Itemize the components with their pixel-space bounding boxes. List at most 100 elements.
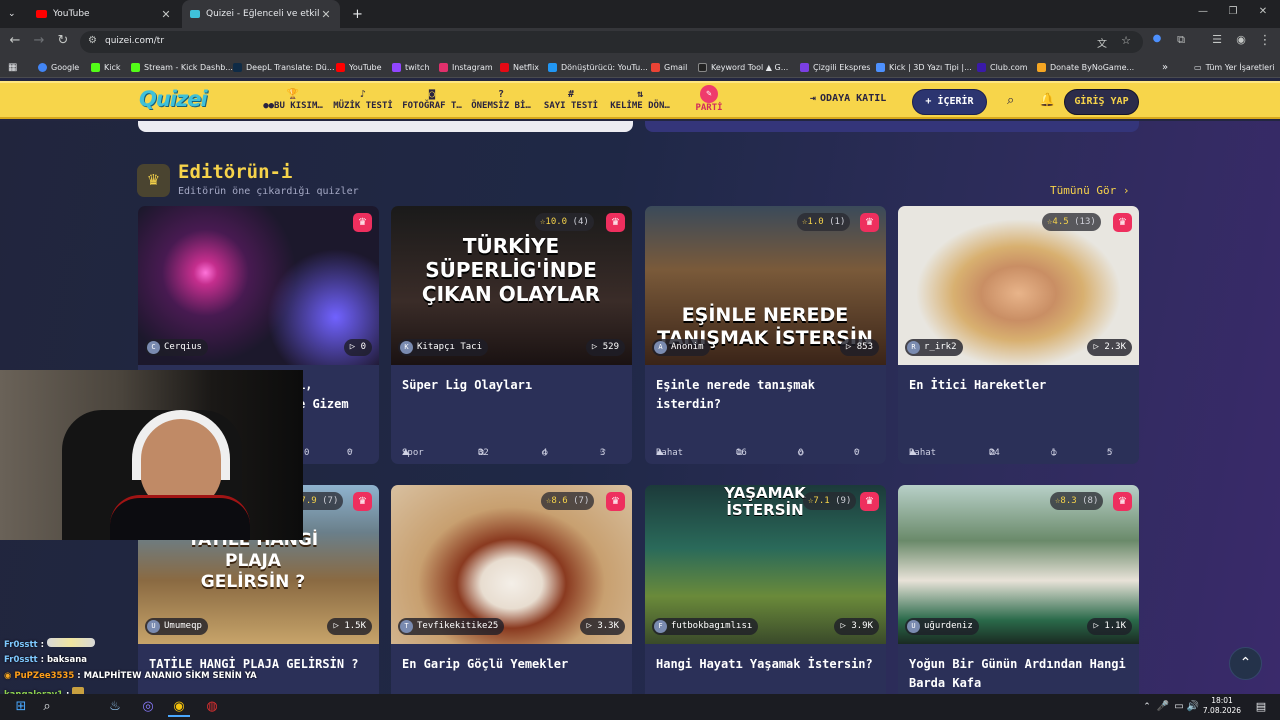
system-clock[interactable]: 18:01 7.08.2026 (1200, 696, 1244, 716)
play-count: ▷ 3.3K (580, 618, 625, 635)
quiz-card[interactable]: EŞİNLE NEREDE TANIŞMAK İSTERSİN ☆1.0 (1)… (645, 206, 886, 464)
bookmark-gmail[interactable]: Gmail (651, 59, 687, 75)
extensions-puzzle-icon[interactable]: ⧉ (1172, 33, 1190, 47)
menu-kebab-icon[interactable]: ⋮ (1256, 33, 1274, 48)
bookmark-bynogame[interactable]: Donate ByNoGame... (1037, 59, 1134, 75)
bookmark-youtube[interactable]: YouTube (336, 59, 382, 75)
windows-start-icon[interactable]: ⊞ (10, 697, 32, 717)
apps-grid-icon[interactable]: ▦ (8, 59, 17, 75)
play-count-value: 3.3K (597, 621, 619, 631)
forward-arrow-icon[interactable]: → (30, 33, 48, 48)
back-arrow-icon[interactable]: ← (6, 33, 24, 48)
site-logo[interactable]: Quizei (139, 87, 208, 111)
new-tab-button[interactable]: + (344, 0, 364, 28)
author-chip[interactable]: A Anonim (652, 339, 710, 356)
bookmark-star-icon[interactable]: ☆ (1121, 34, 1131, 47)
bookmark-kick[interactable]: Kick (91, 59, 121, 75)
search-icon[interactable]: ⌕ (1007, 93, 1014, 108)
close-icon[interactable]: ✕ (320, 8, 332, 21)
chevron-up-icon: ⌃ (1239, 655, 1252, 671)
join-room-button[interactable]: ⇥ ODAYA KATIL (810, 93, 886, 104)
rating-badge: ☆8.6 (7) (541, 492, 595, 510)
crown-badge-icon: ♛ (606, 492, 625, 511)
author-chip[interactable]: K Kitapçı Taci (398, 339, 489, 356)
quiz-card[interactable]: ☆8.6 (7) ♛ T Tevfikekitike25 ▷ 3.3K En Ga… (391, 485, 632, 694)
chrome-icon[interactable]: ◉ (168, 697, 190, 717)
bookmark-netflix[interactable]: Netflix (500, 59, 539, 75)
quiz-title: Eşinle nerede tanışmak isterdin? (656, 378, 815, 411)
comment-count: 0 (304, 448, 310, 458)
minimize-button[interactable]: — (1188, 6, 1218, 17)
clock-time: 18:01 (1211, 696, 1233, 705)
nav-label: ●●BU KISIM… (263, 101, 323, 111)
bookmarks-overflow-button[interactable]: » (1162, 59, 1168, 75)
nav-item-bu-kisim[interactable]: 🏆 ●●BU KISIM… (260, 88, 326, 118)
bookmark-club[interactable]: Club.com (977, 59, 1028, 75)
address-bar[interactable]: ⚙ quizei.com/tr 文 ☆ (80, 31, 1143, 53)
author-chip[interactable]: U Umumeqp (145, 618, 208, 635)
bookmark-instagram[interactable]: Instagram (439, 59, 493, 75)
nav-item-parti[interactable]: ✎ PARTİ (683, 85, 735, 115)
like-count-value: 3 (600, 448, 606, 458)
play-icon: ▷ (1093, 342, 1105, 352)
search-icon[interactable]: ⌕ (36, 697, 58, 717)
author-chip[interactable]: Rr_irk2 (905, 339, 963, 356)
nav-item-kelime-donusumu[interactable]: ⇅ KELİME DÖN… (607, 88, 673, 118)
quiz-card[interactable]: ☆8.3 (8) ♛ Uuğurdeniz ▷ 1.1K Yoğun Bir G… (898, 485, 1139, 694)
avatar: R (907, 341, 920, 354)
translate-icon[interactable]: 文 (1097, 35, 1107, 50)
tab-quizei[interactable]: Quizei - Eğlenceli ve etkileşimli ✕ (182, 0, 340, 28)
bookmark-keyword-tool[interactable]: Keyword Tool ▲ G... (698, 59, 788, 75)
bookmarks-bar: ▦ Google Kick Stream - Kick Dashb... Dee… (0, 56, 1280, 78)
avatar: F (654, 620, 667, 633)
bookmark-label: Club.com (990, 62, 1028, 72)
close-window-button[interactable]: ✕ (1248, 6, 1278, 17)
bookmark-converter[interactable]: Dönüştürücü: YouTu... (548, 59, 648, 75)
quiz-card[interactable]: YAŞAMAK İSTERSİN ☆7.1 (9) ♛ Ffutbokbagım… (645, 485, 886, 694)
bookmark-kick-3d[interactable]: Kick | 3D Yazı Tipi |... (876, 59, 972, 75)
nav-item-fotograf-testi[interactable]: ◙ FOTOĞRAF T… (399, 88, 465, 118)
reload-icon[interactable]: ↻ (54, 33, 72, 48)
author-chip[interactable]: Uuğurdeniz (905, 618, 979, 635)
tab-search-button[interactable]: ⌄ (0, 0, 30, 28)
see-all-link[interactable]: Tümünü Gör › (1050, 184, 1129, 197)
quiz-card[interactable]: TÜRKİYE SÜPERLİG'İNDE ÇIKAN OLAYLAR ☆10.… (391, 206, 632, 464)
tab-youtube[interactable]: YouTube ✕ (28, 0, 180, 28)
obs-icon[interactable]: ◍ (201, 697, 223, 717)
close-icon[interactable]: ✕ (160, 8, 172, 21)
reading-list-icon[interactable]: ☰ (1208, 33, 1226, 46)
author-chip[interactable]: C Cerqius (145, 339, 208, 356)
keyword-tool-icon (698, 62, 707, 72)
profile-avatar-icon[interactable]: ◉ (1232, 33, 1250, 46)
folder-icon: ▭ (1194, 62, 1202, 72)
author-name: Umumeqp (164, 621, 202, 631)
party-icon: ✎ (700, 85, 718, 103)
bookmark-kick-dashboard[interactable]: Stream - Kick Dashb... (131, 59, 233, 75)
extension-icon[interactable]: ● (1148, 33, 1166, 44)
nav-item-onemsiz-bilgi[interactable]: ? ÖNEMSİZ Bİ… (468, 88, 534, 118)
nav-item-muzik-testi[interactable]: ♪ MÜZİK TESTİ (330, 88, 396, 118)
quiz-card[interactable]: ☆4.5 (13) ♛ Rr_irk2 ▷ 2.3K En İtici Hare… (898, 206, 1139, 464)
author-chip[interactable]: Ffutbokbagımlısı (652, 618, 759, 635)
discord-icon[interactable]: ◎ (137, 697, 159, 717)
emote-icon (46, 638, 95, 647)
notifications-icon[interactable]: ▤ (1250, 697, 1272, 717)
scroll-to-top-button[interactable]: ⌃ (1229, 647, 1262, 680)
steam-icon[interactable]: ♨ (104, 697, 126, 717)
rating-value: 7.1 (813, 496, 830, 506)
site-info-icon[interactable]: ⚙ (88, 35, 97, 46)
nav-item-sayi-testi[interactable]: # SAYI TESTİ (538, 88, 604, 118)
login-button[interactable]: GİRİŞ YAP (1064, 89, 1139, 115)
play-count-value: 0 (360, 342, 366, 352)
bookmark-cizgili[interactable]: Çizgili Ekspres (800, 59, 870, 75)
bookmark-twitch[interactable]: twitch (392, 59, 430, 75)
author-chip[interactable]: T Tevfikekitike25 (398, 618, 505, 635)
all-bookmarks-folder[interactable]: ▭ Tüm Yer İşaretleri (1194, 59, 1275, 75)
bookmark-label: Kick (104, 62, 121, 72)
bell-icon[interactable]: 🔔 (1039, 93, 1055, 108)
bookmark-deepl[interactable]: DeepL Translate: Dü... (233, 59, 335, 75)
bookmark-google[interactable]: Google (38, 59, 79, 75)
maximize-button[interactable]: ❐ (1218, 6, 1248, 17)
rating-value: 8.3 (1060, 496, 1077, 506)
create-button[interactable]: + İÇERİR (912, 89, 987, 115)
